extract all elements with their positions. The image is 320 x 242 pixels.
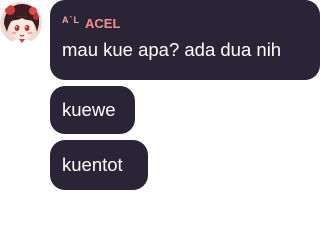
message-bubble[interactable]: kuewe: [50, 86, 135, 134]
sender-name[interactable]: ACEL: [85, 16, 120, 31]
sender-avatar[interactable]: [0, 2, 42, 44]
chat-screen: A`L ACEL mau kue apa? ada dua nih kuewe …: [0, 0, 320, 242]
message-bubble[interactable]: A`L ACEL mau kue apa? ada dua nih: [50, 0, 320, 80]
message-bubble[interactable]: kuentot: [50, 140, 148, 190]
message-text: kuewe: [62, 99, 116, 120]
anime-avatar-icon: [0, 2, 42, 44]
message-text: kuentot: [62, 154, 123, 175]
sender-header: A`L ACEL: [62, 14, 308, 32]
sender-tag: A`L: [62, 15, 80, 25]
message-text: mau kue apa? ada dua nih: [62, 39, 282, 60]
